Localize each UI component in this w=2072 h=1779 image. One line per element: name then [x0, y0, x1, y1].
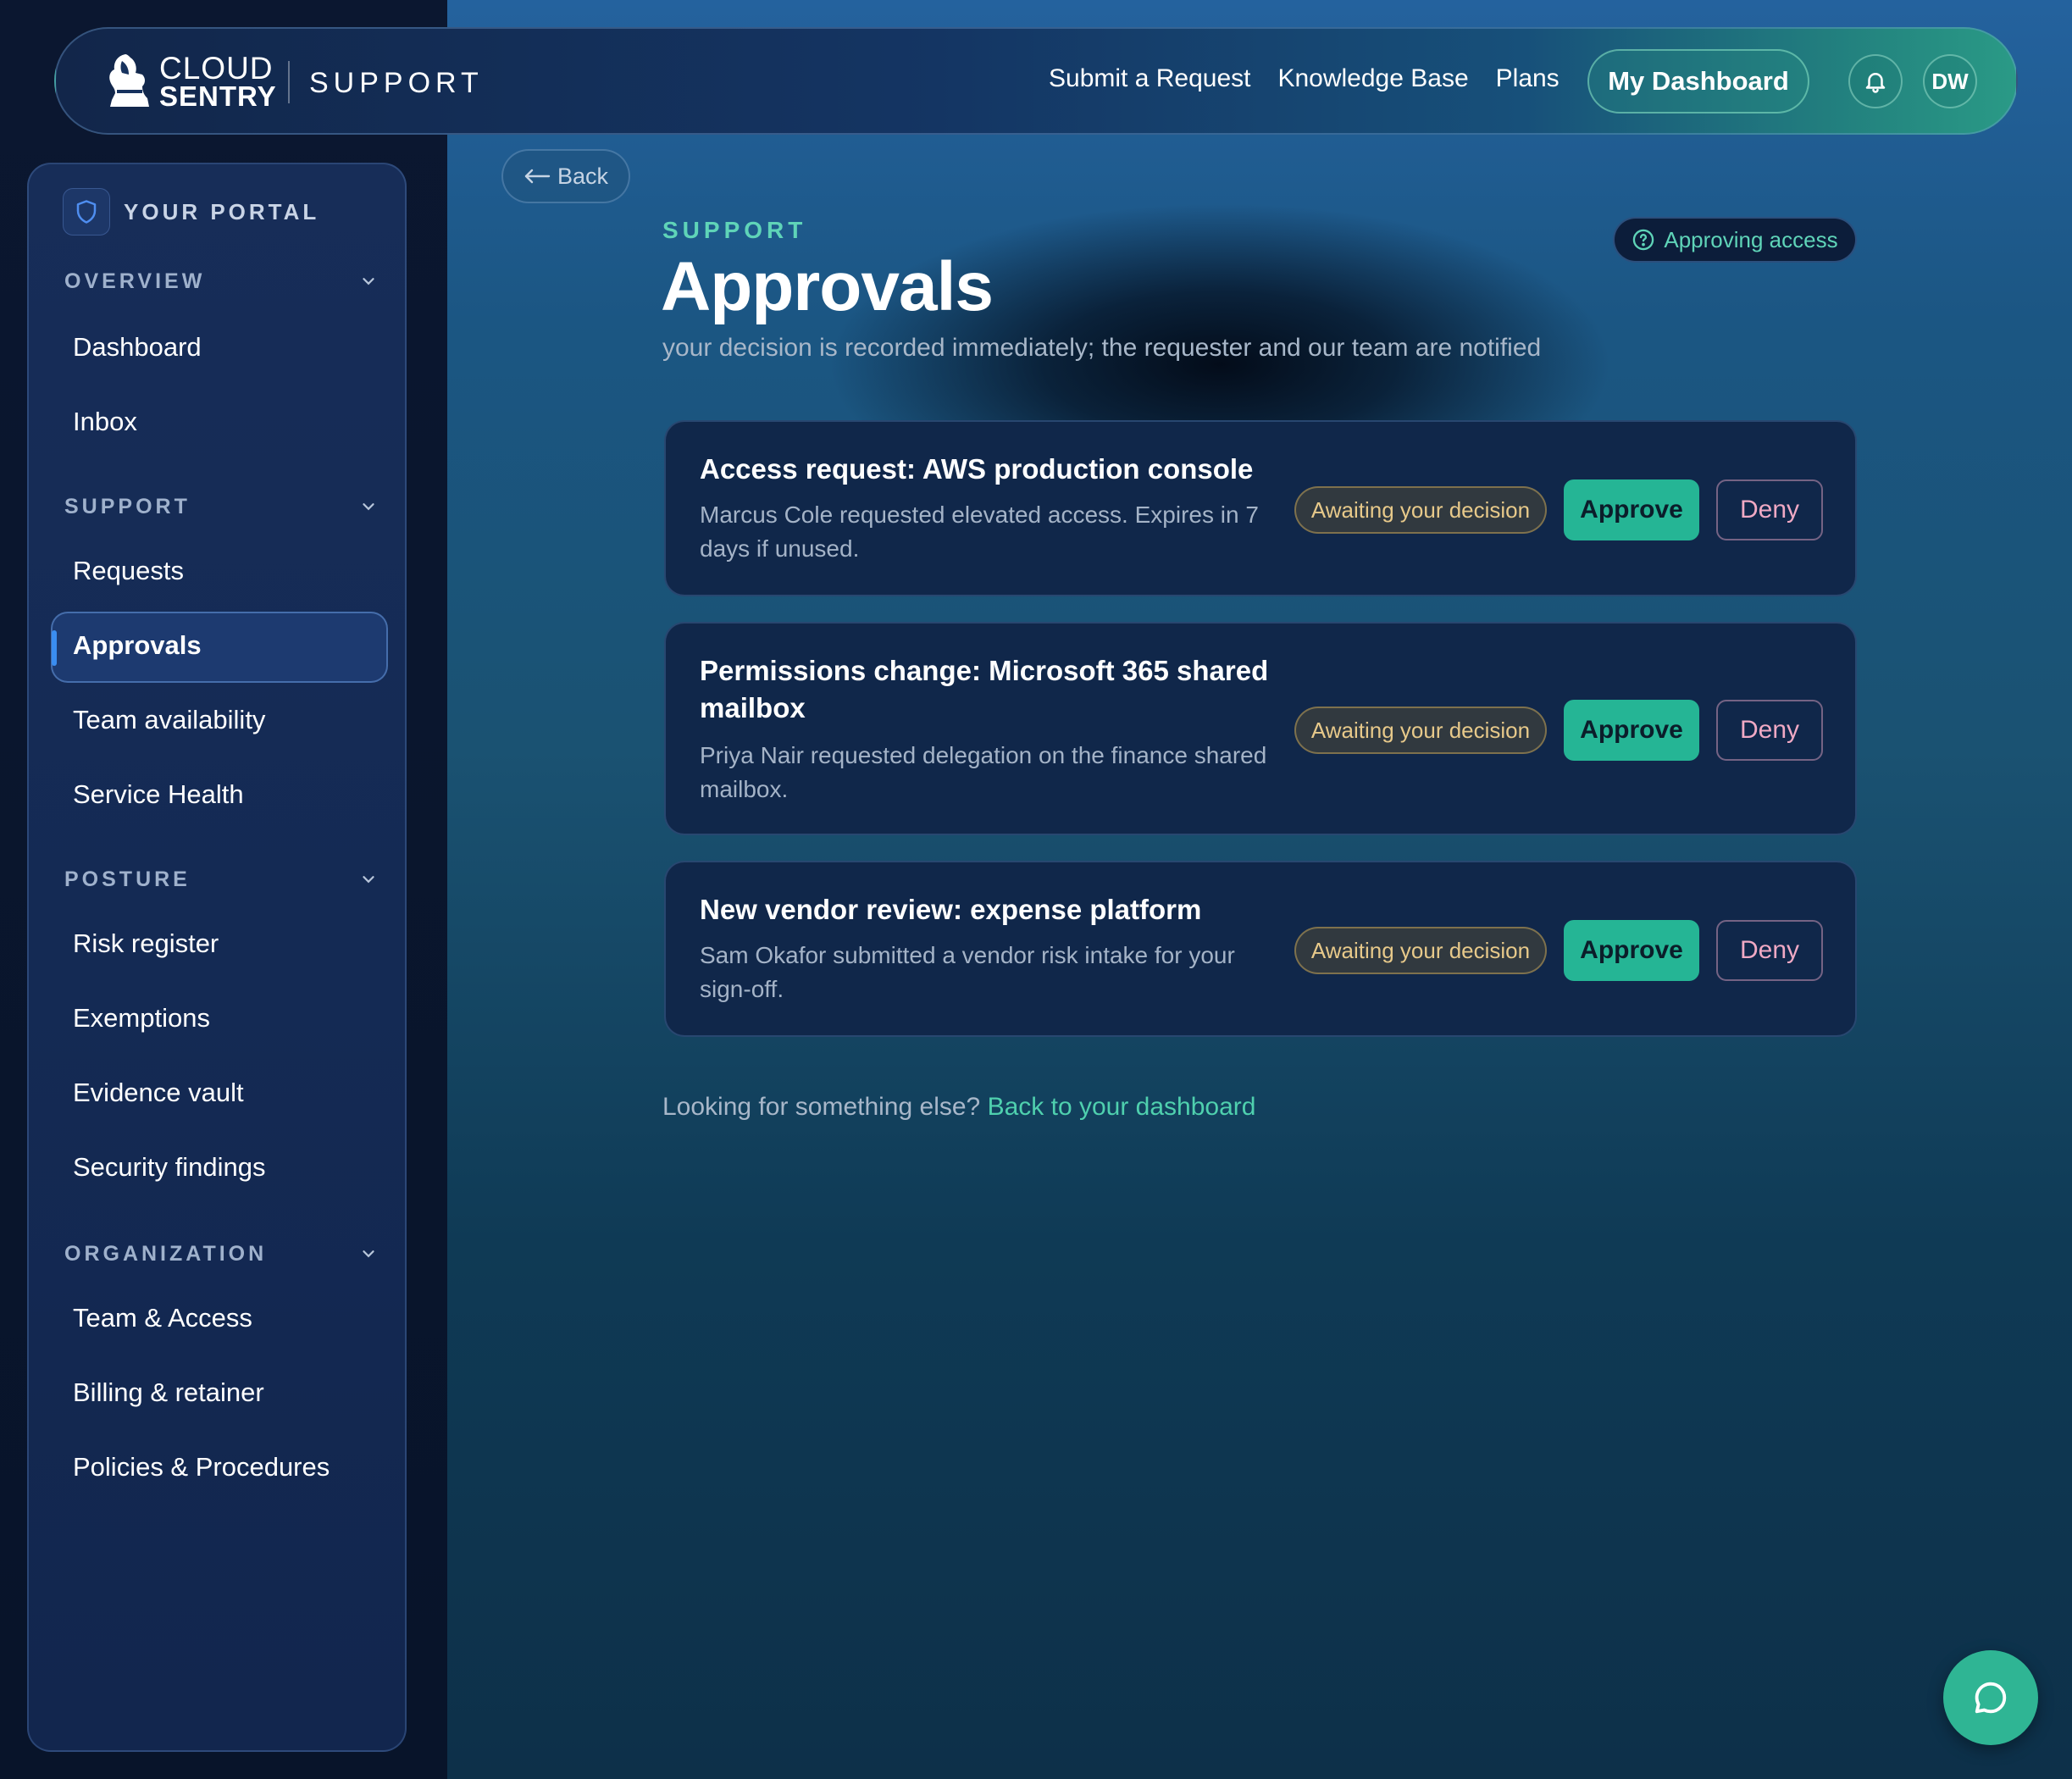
portal-header: YOUR PORTAL	[63, 188, 319, 236]
nav-plans[interactable]: Plans	[1496, 64, 1560, 93]
card-description: Sam Okafor submitted a vendor risk intak…	[700, 942, 1235, 1002]
question-circle-icon	[1633, 229, 1654, 251]
chevron-down-icon	[363, 1250, 374, 1258]
sidebar-item-evidence-vault[interactable]: Evidence vault	[73, 1078, 244, 1108]
deny-button[interactable]: Deny	[1716, 479, 1823, 540]
nav-submit-request[interactable]: Submit a Request	[1049, 64, 1250, 93]
chevron-down-icon	[363, 876, 374, 884]
approval-card: Access request: AWS production console M…	[664, 420, 1857, 596]
context-pill-label: Approving access	[1664, 226, 1838, 252]
sidebar-item-inbox[interactable]: Inbox	[73, 407, 137, 437]
context-pill[interactable]: Approving access	[1613, 217, 1857, 263]
sidebar-item-team-availability[interactable]: Team availability	[73, 705, 265, 735]
footer-note: Looking for something else? Back to your…	[662, 1093, 1255, 1122]
chat-button[interactable]	[1943, 1650, 2038, 1745]
status-badge: Awaiting your decision	[1294, 486, 1547, 534]
chevron-down-icon	[363, 503, 374, 511]
status-badge: Awaiting your decision	[1294, 927, 1547, 974]
sidebar-item-service-health[interactable]: Service Health	[73, 779, 244, 810]
page-subtitle: your decision is recorded immediately; t…	[662, 334, 1542, 362]
sidebar-item-security-findings[interactable]: Security findings	[73, 1152, 265, 1183]
sidebar-item-policies-procedures[interactable]: Policies & Procedures	[73, 1452, 330, 1482]
spartan-helmet-icon	[109, 54, 149, 107]
brand-subtitle: SUPPORT	[309, 67, 484, 99]
top-nav: Submit a Request Knowledge Base Plans	[1049, 64, 1560, 93]
deny-button[interactable]: Deny	[1716, 920, 1823, 981]
approve-button[interactable]: Approve	[1564, 700, 1699, 761]
sidebar-item-requests[interactable]: Requests	[73, 556, 184, 586]
card-description: Priya Nair requested delegation on the f…	[700, 742, 1267, 802]
sidebar-item-exemptions[interactable]: Exemptions	[73, 1003, 210, 1034]
section-organization[interactable]: ORGANIZATION	[64, 1237, 378, 1271]
approve-button[interactable]: Approve	[1564, 920, 1699, 981]
chat-bubble-icon	[1975, 1682, 2007, 1714]
sidebar-item-approvals-label[interactable]: Approvals	[73, 630, 202, 661]
logo-line1: CLOUD	[159, 51, 274, 86]
nav-knowledge-base[interactable]: Knowledge Base	[1277, 64, 1468, 93]
approve-button[interactable]: Approve	[1564, 479, 1699, 540]
sidebar-item-dashboard[interactable]: Dashboard	[73, 332, 202, 363]
page-title: Approvals	[661, 248, 994, 325]
bell-icon	[1865, 73, 1886, 93]
section-overview[interactable]: OVERVIEW	[64, 264, 378, 298]
logo-line2: SENTRY	[159, 80, 277, 112]
page-eyebrow: SUPPORT	[662, 217, 807, 243]
arrow-left-icon	[524, 169, 551, 184]
section-support[interactable]: SUPPORT	[64, 490, 378, 524]
back-to-dashboard-link[interactable]: Back to your dashboard	[988, 1093, 1256, 1121]
back-button[interactable]: Back	[501, 149, 630, 203]
status-badge: Awaiting your decision	[1294, 707, 1547, 754]
card-description: Marcus Cole requested elevated access. E…	[700, 502, 1259, 562]
back-label: Back	[557, 163, 609, 189]
section-title: SUPPORT	[64, 494, 191, 518]
card-title: New vendor review: expense platform	[700, 894, 1202, 925]
footer-text: Looking for something else?	[662, 1093, 981, 1121]
logo[interactable]: CLOUD SENTRY	[105, 53, 277, 110]
sidebar-item-risk-register[interactable]: Risk register	[73, 928, 219, 959]
chevron-down-icon	[363, 278, 374, 285]
section-posture[interactable]: POSTURE	[64, 862, 378, 896]
notifications-button[interactable]	[1848, 54, 1903, 108]
section-title: OVERVIEW	[64, 269, 206, 293]
avatar[interactable]: DW	[1923, 54, 1977, 108]
sidebar-item-team-access[interactable]: Team & Access	[73, 1303, 252, 1333]
approval-card: New vendor review: expense platform Sam …	[664, 861, 1857, 1037]
logo-divider	[288, 61, 290, 103]
portal-label: YOUR PORTAL	[124, 198, 320, 224]
section-title: ORGANIZATION	[64, 1241, 268, 1266]
section-title: POSTURE	[64, 867, 191, 891]
deny-button[interactable]: Deny	[1716, 700, 1823, 761]
my-dashboard-button[interactable]: My Dashboard	[1587, 49, 1809, 114]
sidebar: YOUR PORTAL OVERVIEW Dashboard Inbox SUP…	[27, 163, 407, 1752]
shield-icon	[63, 188, 110, 236]
sidebar-item-billing-retainer[interactable]: Billing & retainer	[73, 1377, 264, 1408]
approval-card: Permissions change: Microsoft 365 shared…	[664, 622, 1857, 835]
card-title: Access request: AWS production console	[700, 453, 1254, 485]
card-title: Permissions change: Microsoft 365 shared…	[700, 655, 1269, 723]
top-navbar: CLOUD SENTRY SUPPORT Submit a Request Kn…	[54, 27, 2018, 135]
